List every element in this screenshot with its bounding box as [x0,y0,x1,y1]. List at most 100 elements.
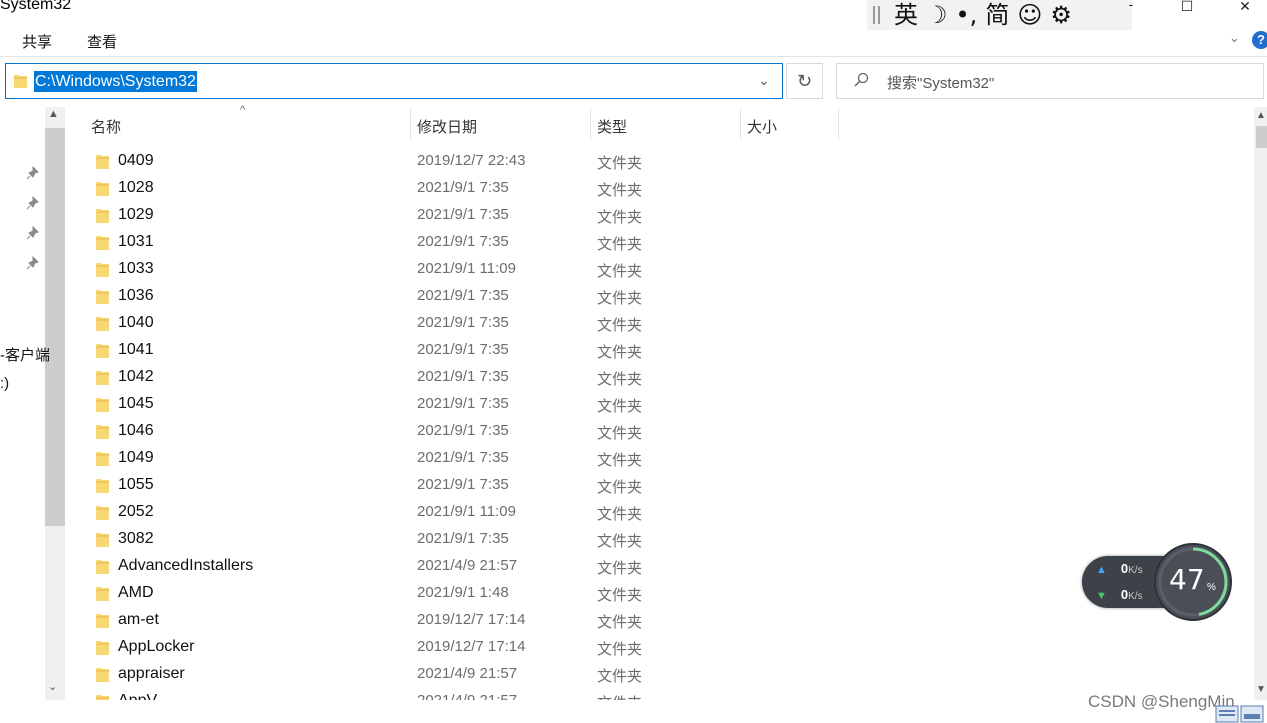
column-divider[interactable] [410,108,411,140]
file-name[interactable]: 2052 [118,503,154,521]
file-list-scrollbar-thumb[interactable] [1256,126,1267,148]
file-name[interactable]: AdvancedInstallers [118,557,253,575]
file-type: 文件夹 [597,182,643,199]
file-name[interactable]: 0409 [118,152,154,170]
file-row[interactable]: 1028 2021/9/1 7:35 文件夹 [0,175,1250,202]
file-type: 文件夹 [597,317,643,334]
ime-toolbar: 英 ☽ •, 简 ☺ ⚙ [867,0,1132,30]
file-list: 0409 2019/12/7 22:43 文件夹 1028 2021/9/1 7:35 文… [0,148,1250,700]
file-name[interactable]: 1033 [118,260,154,278]
file-row[interactable]: am-et 2019/12/7 17:14 文件夹 [0,607,1250,634]
moon-icon[interactable]: ☽ [926,0,948,30]
file-name[interactable]: am-et [118,611,159,629]
smiley-icon[interactable]: ☺ [1017,0,1042,30]
file-modified-date: 2021/9/1 7:35 [417,422,509,439]
file-name[interactable]: 1045 [118,395,154,413]
file-name[interactable]: 3082 [118,530,154,548]
file-name[interactable]: 1055 [118,476,154,494]
file-row[interactable]: 2052 2021/9/1 11:09 文件夹 [0,499,1250,526]
column-header-date[interactable]: 修改日期 [417,116,477,137]
folder-icon [14,75,27,88]
file-row[interactable]: 1036 2021/9/1 7:35 文件夹 [0,283,1250,310]
file-row[interactable]: 1040 2021/9/1 7:35 文件夹 [0,310,1250,337]
address-bar[interactable]: C:\Windows\System32 ⌄ [5,63,783,99]
file-name[interactable]: AppLocker [118,638,195,656]
file-name[interactable]: 1040 [118,314,154,332]
file-row[interactable]: 1049 2021/9/1 7:35 文件夹 [0,445,1250,472]
column-divider[interactable] [590,108,591,140]
file-name[interactable]: 1046 [118,422,154,440]
file-row[interactable]: 1046 2021/9/1 7:35 文件夹 [0,418,1250,445]
file-modified-date: 2021/9/1 11:09 [417,260,516,277]
file-name[interactable]: AMD [118,584,154,602]
file-modified-date: 2021/9/1 7:35 [417,179,509,196]
file-row[interactable]: 1042 2021/9/1 7:35 文件夹 [0,364,1250,391]
folder-icon [96,317,109,331]
search-input[interactable]: 搜索"System32" [836,63,1264,99]
scroll-up-icon[interactable]: ▲ [1256,110,1266,121]
tab-view[interactable]: 查看 [87,31,117,52]
file-modified-date: 2021/9/1 7:35 [417,314,509,331]
file-modified-date: 2021/9/1 7:35 [417,341,509,358]
file-name[interactable]: 1028 [118,179,154,197]
taskbar-preview-icon[interactable] [1215,700,1267,723]
file-row[interactable]: AMD 2021/9/1 1:48 文件夹 [0,580,1250,607]
gear-icon[interactable]: ⚙ [1050,0,1072,30]
file-modified-date: 2021/9/1 1:48 [417,584,509,601]
file-row[interactable]: AdvancedInstallers 2021/4/9 21:57 文件夹 [0,553,1250,580]
watermark: CSDN @ShengMin [1088,692,1235,711]
file-name[interactable]: AppV [118,692,157,700]
file-row[interactable]: AppLocker 2019/12/7 17:14 文件夹 [0,634,1250,661]
column-header-type[interactable]: 类型 [597,116,627,137]
column-header-name[interactable]: 名称 [91,116,121,137]
file-name[interactable]: 1049 [118,449,154,467]
folder-icon [96,695,109,700]
nav-scroll-up-icon[interactable]: ▲ [48,108,59,120]
file-row[interactable]: 1041 2021/9/1 7:35 文件夹 [0,337,1250,364]
file-row[interactable]: appraiser 2021/4/9 21:57 文件夹 [0,661,1250,688]
address-path[interactable]: C:\Windows\System32 [34,71,197,92]
file-name[interactable]: 1031 [118,233,154,251]
scroll-down-icon[interactable]: ▼ [1256,684,1266,695]
tab-share[interactable]: 共享 [22,31,52,52]
ribbon-expand-icon[interactable]: ⌄ [1229,30,1240,46]
file-type: 文件夹 [597,344,643,361]
maximize-button[interactable]: ☐ [1164,0,1210,14]
file-type: 文件夹 [597,533,643,550]
file-row[interactable]: 3082 2021/9/1 7:35 文件夹 [0,526,1250,553]
file-name[interactable]: appraiser [118,665,185,683]
file-row[interactable]: 0409 2019/12/7 22:43 文件夹 [0,148,1250,175]
file-name[interactable]: 1036 [118,287,154,305]
column-divider[interactable] [740,108,741,140]
folder-icon [96,560,109,574]
file-row[interactable]: 1055 2021/9/1 7:35 文件夹 [0,472,1250,499]
file-type: 文件夹 [597,425,643,442]
minimize-button[interactable]: ‐ [1108,0,1154,12]
help-button[interactable]: ? [1252,31,1267,49]
column-header-size[interactable]: 大小 [747,116,777,137]
refresh-button[interactable]: ↻ [786,63,823,99]
chevron-down-icon[interactable]: ⌄ [758,72,770,89]
file-name[interactable]: 1041 [118,341,154,359]
file-row[interactable]: 1029 2021/9/1 7:35 文件夹 [0,202,1250,229]
folder-icon [96,371,109,385]
folder-icon [96,236,109,250]
file-row[interactable]: 1031 2021/9/1 7:35 文件夹 [0,229,1250,256]
ime-script-toggle[interactable]: 简 [985,0,1009,30]
column-divider[interactable] [838,108,839,140]
file-list-scrollbar[interactable] [1254,107,1267,700]
file-type: 文件夹 [597,692,642,700]
file-row[interactable]: 1033 2021/9/1 11:09 文件夹 [0,256,1250,283]
file-row[interactable]: AppV 2021/4/9 21:57 文件夹 [0,688,1250,700]
file-name[interactable]: 1042 [118,368,154,386]
upload-speed: ▲ 0K/s [1096,561,1143,576]
ime-grip[interactable] [873,6,880,24]
close-button[interactable]: ✕ [1222,0,1267,14]
file-name[interactable]: 1029 [118,206,154,224]
file-type: 文件夹 [597,263,643,280]
file-row[interactable]: 1045 2021/9/1 7:35 文件夹 [0,391,1250,418]
file-modified-date: 2019/12/7 22:43 [417,152,526,169]
punctuation-icon[interactable]: •, [956,0,978,30]
ime-lang-toggle[interactable]: 英 [894,0,918,30]
file-modified-date: 2021/4/9 21:57 [417,665,518,682]
